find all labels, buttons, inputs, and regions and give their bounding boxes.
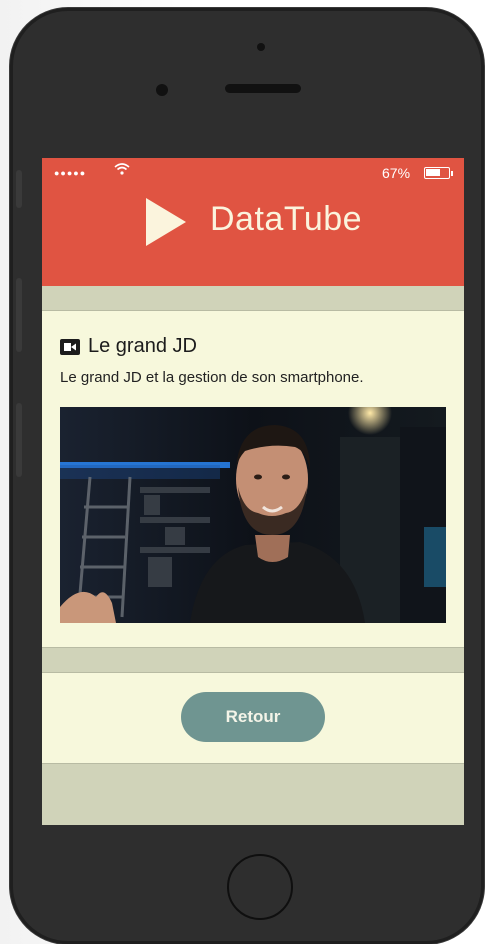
proximity-sensor [156, 84, 168, 96]
play-triangle-icon [146, 198, 186, 246]
video-card: Le grand JD Le grand JD et la gestion de… [42, 310, 464, 648]
home-button[interactable] [227, 854, 293, 920]
back-button[interactable]: Retour [181, 692, 325, 742]
battery-percent: 67% [382, 165, 411, 181]
signal-dots-icon: ●●●●● [54, 168, 87, 178]
app-header: ●●●●● 67% DataTube [42, 158, 464, 286]
video-thumbnail-image [60, 407, 446, 623]
battery-level-fill [426, 169, 440, 176]
video-card-header: Le grand JD [60, 335, 197, 358]
video-description: Le grand JD et la gestion de son smartph… [60, 369, 364, 386]
video-camera-icon [60, 338, 80, 355]
volume-up-button [16, 278, 22, 352]
app-title: DataTube [210, 200, 363, 238]
battery-icon [424, 167, 450, 179]
earpiece-speaker [225, 84, 301, 93]
status-bar: ●●●●● 67% [42, 158, 464, 188]
video-title: Le grand JD [88, 335, 197, 357]
volume-down-button [16, 403, 22, 477]
phone-screen: ●●●●● 67% DataTube Le grand JD Le grand … [42, 158, 464, 825]
actions-panel: Retour [42, 672, 464, 764]
mute-switch [16, 170, 22, 208]
video-thumbnail[interactable] [60, 407, 446, 623]
front-camera [257, 43, 265, 51]
wifi-icon [114, 162, 130, 179]
battery-tip [451, 171, 453, 176]
